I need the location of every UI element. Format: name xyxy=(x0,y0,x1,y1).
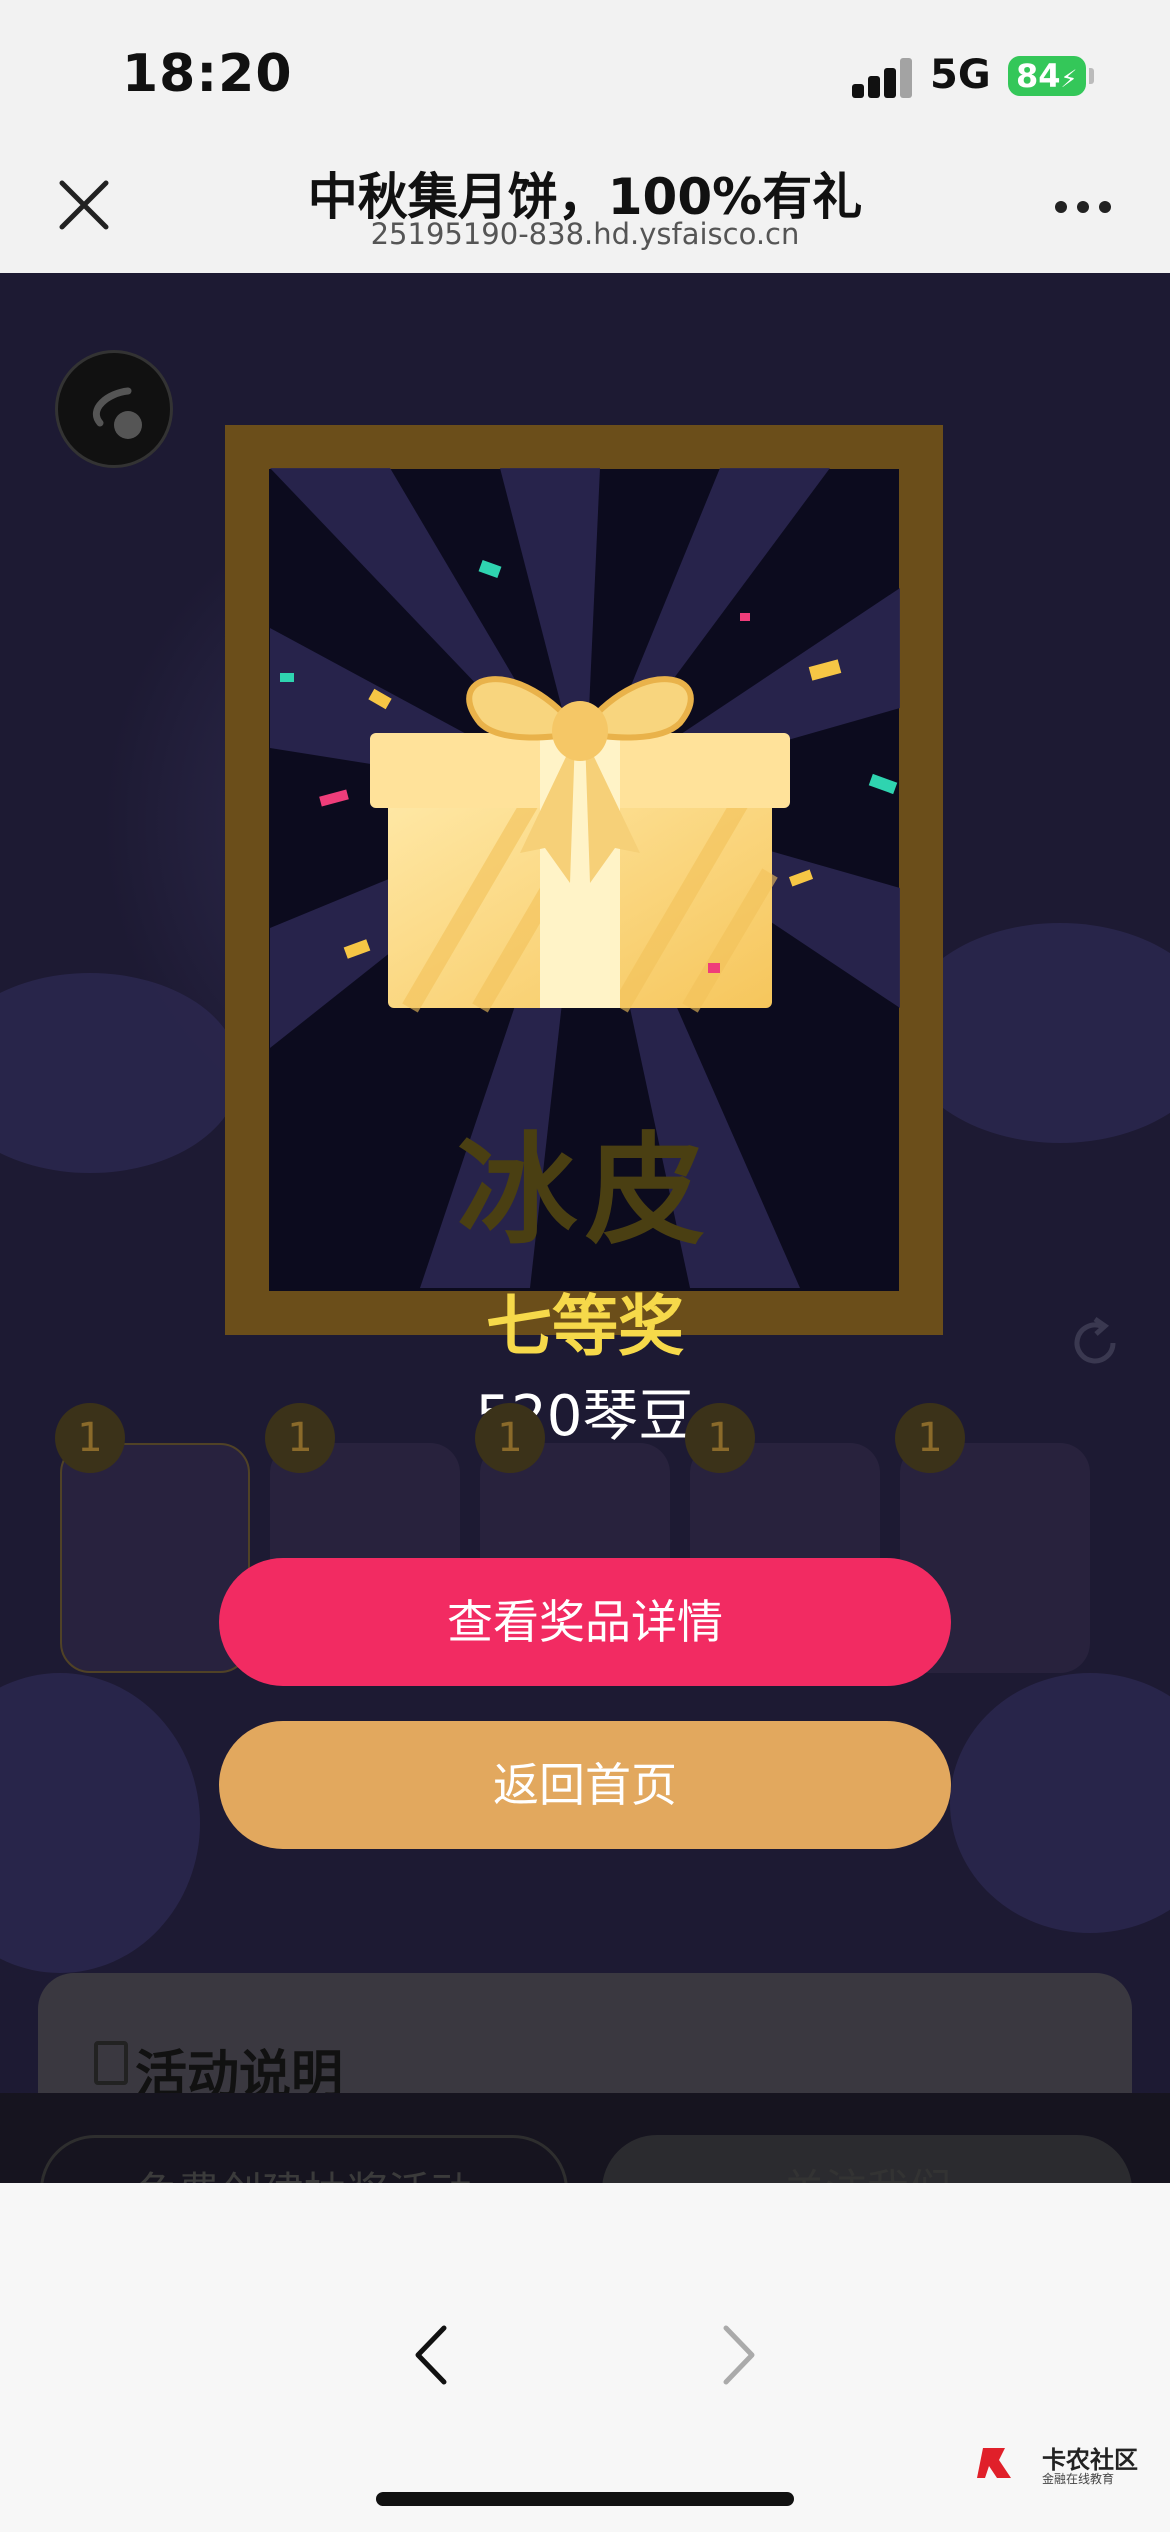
music-icon xyxy=(92,387,142,439)
battery-level: 84 xyxy=(1016,57,1061,95)
create-lottery-button[interactable]: 免费创建抽奖活动 xyxy=(40,2135,568,2183)
signal-icon xyxy=(852,58,914,98)
view-prize-detail-button[interactable]: 查看奖品详情 xyxy=(219,1558,951,1686)
slot-count: 1 xyxy=(475,1403,545,1473)
slot-count: 1 xyxy=(685,1403,755,1473)
follow-us-button[interactable]: 关注我们 xyxy=(602,2135,1132,2183)
web-content: 冰皮 七等奖 520琴豆 1 1 1 1 1 查看奖品详情 返回首页 活动说明 … xyxy=(0,273,1170,2183)
back-home-button[interactable]: 返回首页 xyxy=(219,1721,951,1849)
slot-count: 1 xyxy=(895,1403,965,1473)
more-options-icon[interactable] xyxy=(1055,201,1115,217)
slot-count: 1 xyxy=(55,1403,125,1473)
music-toggle-button[interactable] xyxy=(55,350,173,468)
battery-icon: 84⚡ xyxy=(1008,56,1086,96)
refresh-icon[interactable] xyxy=(1065,1313,1125,1373)
page-url: 25195190-838.hd.ysfaisco.cn xyxy=(370,217,800,251)
background-cloud xyxy=(950,1673,1170,1933)
home-indicator[interactable] xyxy=(376,2492,794,2506)
slot-count: 1 xyxy=(265,1403,335,1473)
battery-tip xyxy=(1089,68,1094,84)
status-bar: 18:20 5G 84⚡ xyxy=(0,0,1170,145)
background-cloud xyxy=(0,1673,200,1973)
confetti-decoration xyxy=(280,559,898,973)
watermark-tagline: 金融在线教育 xyxy=(1042,2472,1115,2486)
forward-arrow-icon[interactable] xyxy=(700,2320,770,2390)
status-time: 18:20 xyxy=(122,44,293,104)
document-icon xyxy=(94,2041,128,2085)
back-arrow-icon[interactable] xyxy=(400,2320,470,2390)
network-type: 5G xyxy=(930,52,991,98)
mooncake-label: 冰皮 xyxy=(457,1122,713,1261)
browser-header: 中秋集月饼，100%有礼 25195190-838.hd.ysfaisco.cn xyxy=(0,145,1170,273)
prize-level: 七等奖 xyxy=(486,1288,684,1365)
